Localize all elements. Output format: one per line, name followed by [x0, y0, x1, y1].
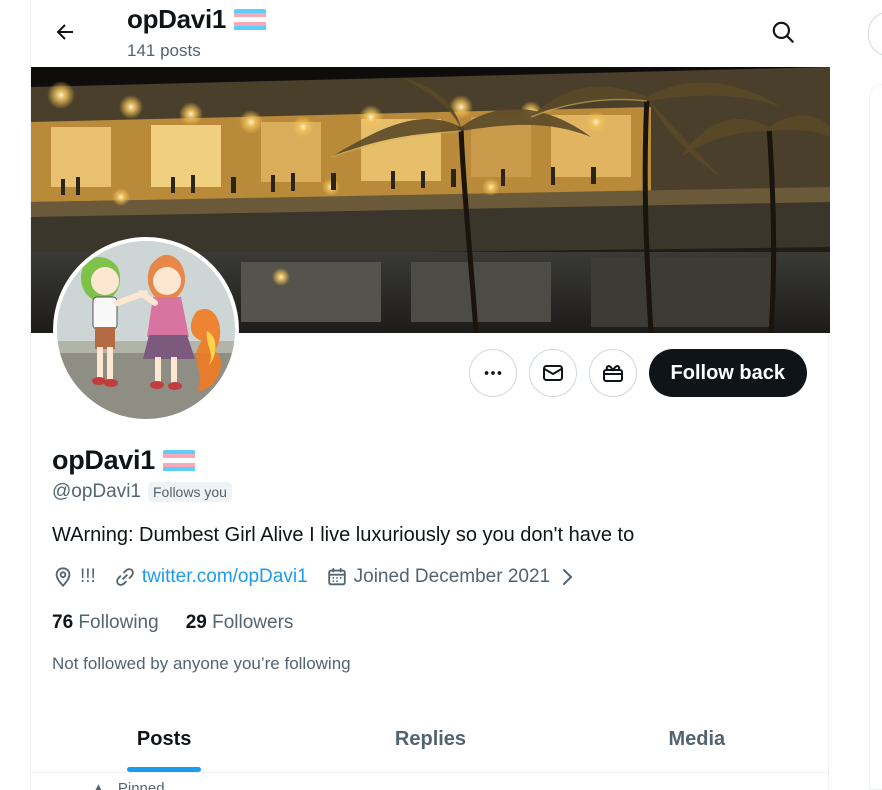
pinned-post-header: ▲ Pinned [91, 780, 165, 790]
link-icon [116, 568, 134, 586]
tab-posts-label: Posts [136, 727, 192, 750]
followers-stat[interactable]: 29 Followers [186, 612, 294, 634]
website-link[interactable]: twitter.com/opDavi1 [142, 566, 308, 588]
display-name: opDavi1 [52, 445, 155, 475]
more-icon [484, 371, 501, 375]
profile-bio: WArning: Dumbest Girl Alive I live luxur… [52, 524, 635, 546]
following-count: 76 [52, 612, 74, 633]
arrow-left-icon [56, 24, 73, 40]
website-item: twitter.com/opDavi1 [114, 566, 308, 588]
tab-media[interactable]: Media [564, 706, 830, 772]
sidebar-panel-edge [869, 84, 882, 790]
location-item: !!! [52, 566, 96, 588]
following-label: Following [78, 612, 159, 633]
tab-replies-label: Replies [394, 727, 467, 750]
chevron-right-icon[interactable] [560, 568, 574, 586]
followers-label: Followers [212, 612, 294, 633]
location-text: !!! [80, 566, 96, 587]
active-tab-indicator [127, 767, 202, 772]
pin-icon: ▲ [91, 780, 106, 790]
profile-header-bar: opDavi1 141 posts [31, 0, 830, 67]
profile-actions: Follow back [468, 349, 807, 397]
post-count: 141 posts [127, 41, 201, 60]
profile-meta: !!! twitter.com/opDavi1 Joined December … [52, 566, 574, 588]
joined-text: Joined December 2021 [353, 566, 551, 587]
gift-icon [602, 365, 623, 382]
following-stat[interactable]: 76 Following [52, 612, 159, 634]
search-icon [772, 21, 794, 43]
followers-count: 29 [185, 612, 207, 633]
header-display-name: opDavi1 [127, 4, 227, 34]
follow-stats: 76 Following 29 Followers [52, 612, 293, 634]
more-button[interactable] [468, 349, 517, 397]
user-handle: @opDavi1 [52, 481, 141, 502]
handle-row: @opDavi1 Follows you [52, 481, 232, 503]
search-button[interactable] [765, 14, 801, 50]
header-title: opDavi1 [127, 4, 267, 35]
profile-avatar[interactable] [53, 237, 239, 423]
follows-you-badge: Follows you [148, 482, 232, 502]
location-pin-icon [55, 567, 71, 588]
mutual-followers-note: Not followed by anyone you’re following [52, 654, 351, 673]
mail-icon [542, 365, 563, 381]
profile-column: opDavi1 141 posts Follow back opDavi1 @o… [30, 0, 830, 790]
trans-flag-icon [234, 8, 267, 31]
tab-posts[interactable]: Posts [31, 706, 297, 772]
joined-item[interactable]: Joined December 2021 [326, 566, 574, 588]
message-button[interactable] [528, 349, 577, 397]
back-button[interactable] [47, 14, 83, 50]
tab-media-label: Media [668, 727, 726, 750]
sidebar-search-edge[interactable] [868, 12, 882, 56]
profile-tabs: Posts Replies Media [31, 706, 830, 773]
tab-replies[interactable]: Replies [297, 706, 563, 772]
pinned-label: Pinned [117, 780, 165, 790]
gift-button[interactable] [588, 349, 637, 397]
calendar-icon [327, 567, 346, 586]
display-name-row: opDavi1 [52, 445, 195, 476]
trans-flag-icon [162, 449, 195, 472]
follow-back-button[interactable]: Follow back [648, 349, 807, 397]
